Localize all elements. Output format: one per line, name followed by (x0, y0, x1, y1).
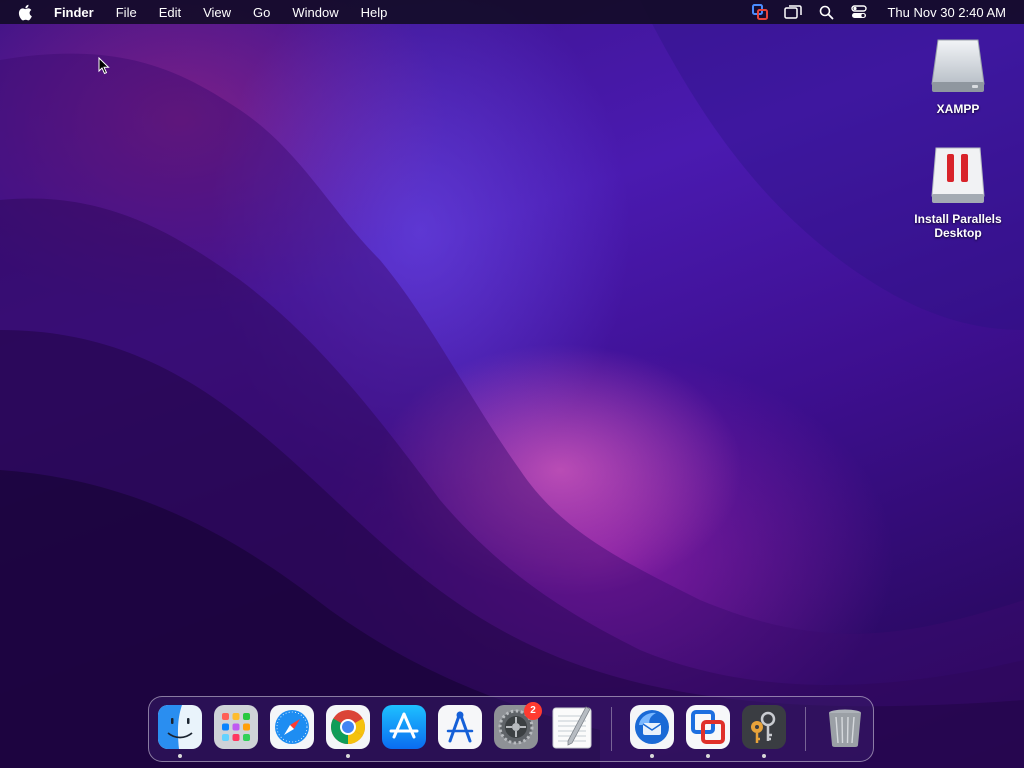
dock-item-keychain-access[interactable] (742, 705, 786, 749)
dock: 2 (148, 696, 874, 762)
keychain-icon (742, 705, 786, 749)
chrome-icon (326, 705, 370, 749)
safari-icon (270, 705, 314, 749)
dock-item-app-store[interactable] (382, 705, 426, 749)
desktop-icon-install-parallels[interactable]: Install Parallels Desktop (903, 146, 1013, 240)
instruments-icon (438, 705, 482, 749)
dock-item-thunderbird[interactable] (630, 705, 674, 749)
dock-item-instruments[interactable] (438, 705, 482, 749)
dock-item-trash[interactable] (823, 705, 867, 749)
menu-app-name[interactable]: Finder (54, 5, 94, 20)
finder-icon (158, 705, 202, 749)
thunderbird-icon (630, 705, 674, 749)
dock-separator (611, 707, 612, 751)
dock-item-finder[interactable] (158, 705, 202, 749)
running-indicator (762, 754, 766, 758)
running-indicator (346, 754, 350, 758)
vmware-icon (686, 705, 730, 749)
mouse-pointer-icon (98, 56, 110, 80)
launchpad-icon (214, 705, 258, 749)
apple-menu-icon[interactable] (18, 3, 34, 21)
dock-separator (805, 707, 806, 751)
spotlight-search-icon[interactable] (816, 3, 836, 21)
menu-go[interactable]: Go (253, 5, 270, 20)
running-indicator (178, 754, 182, 758)
menu-help[interactable]: Help (361, 5, 388, 20)
notification-badge: 2 (524, 702, 542, 720)
vmware-status-icon[interactable] (750, 3, 770, 21)
running-indicator (706, 754, 710, 758)
wallpaper-waves (0, 0, 1024, 768)
dock-item-vmware-fusion[interactable] (686, 705, 730, 749)
menu-edit[interactable]: Edit (159, 5, 181, 20)
dock-item-launchpad[interactable] (214, 705, 258, 749)
desktop-icon-label: Install Parallels Desktop (914, 212, 1002, 240)
drive-icon (928, 36, 988, 98)
dock-item-safari[interactable] (270, 705, 314, 749)
app-store-icon (382, 705, 426, 749)
parallels-installer-icon (928, 146, 988, 208)
dock-item-textedit[interactable] (550, 705, 594, 749)
desktop-icon-xampp[interactable]: XAMPP (903, 36, 1013, 116)
menu-window[interactable]: Window (292, 5, 338, 20)
menu-bar-clock[interactable]: Thu Nov 30 2:40 AM (887, 5, 1006, 20)
desktop-icon-label: XAMPP (936, 102, 980, 116)
menu-view[interactable]: View (203, 5, 231, 20)
running-indicator (650, 754, 654, 758)
trash-icon (829, 709, 861, 747)
screen-mirroring-icon[interactable] (783, 3, 803, 21)
menu-bar: Finder File Edit View Go Window Help Thu… (0, 0, 1024, 24)
control-center-icon[interactable] (849, 3, 869, 21)
dock-item-chrome[interactable] (326, 705, 370, 749)
desktop-wallpaper (0, 0, 1024, 768)
textedit-icon (552, 706, 592, 749)
menu-file[interactable]: File (116, 5, 137, 20)
